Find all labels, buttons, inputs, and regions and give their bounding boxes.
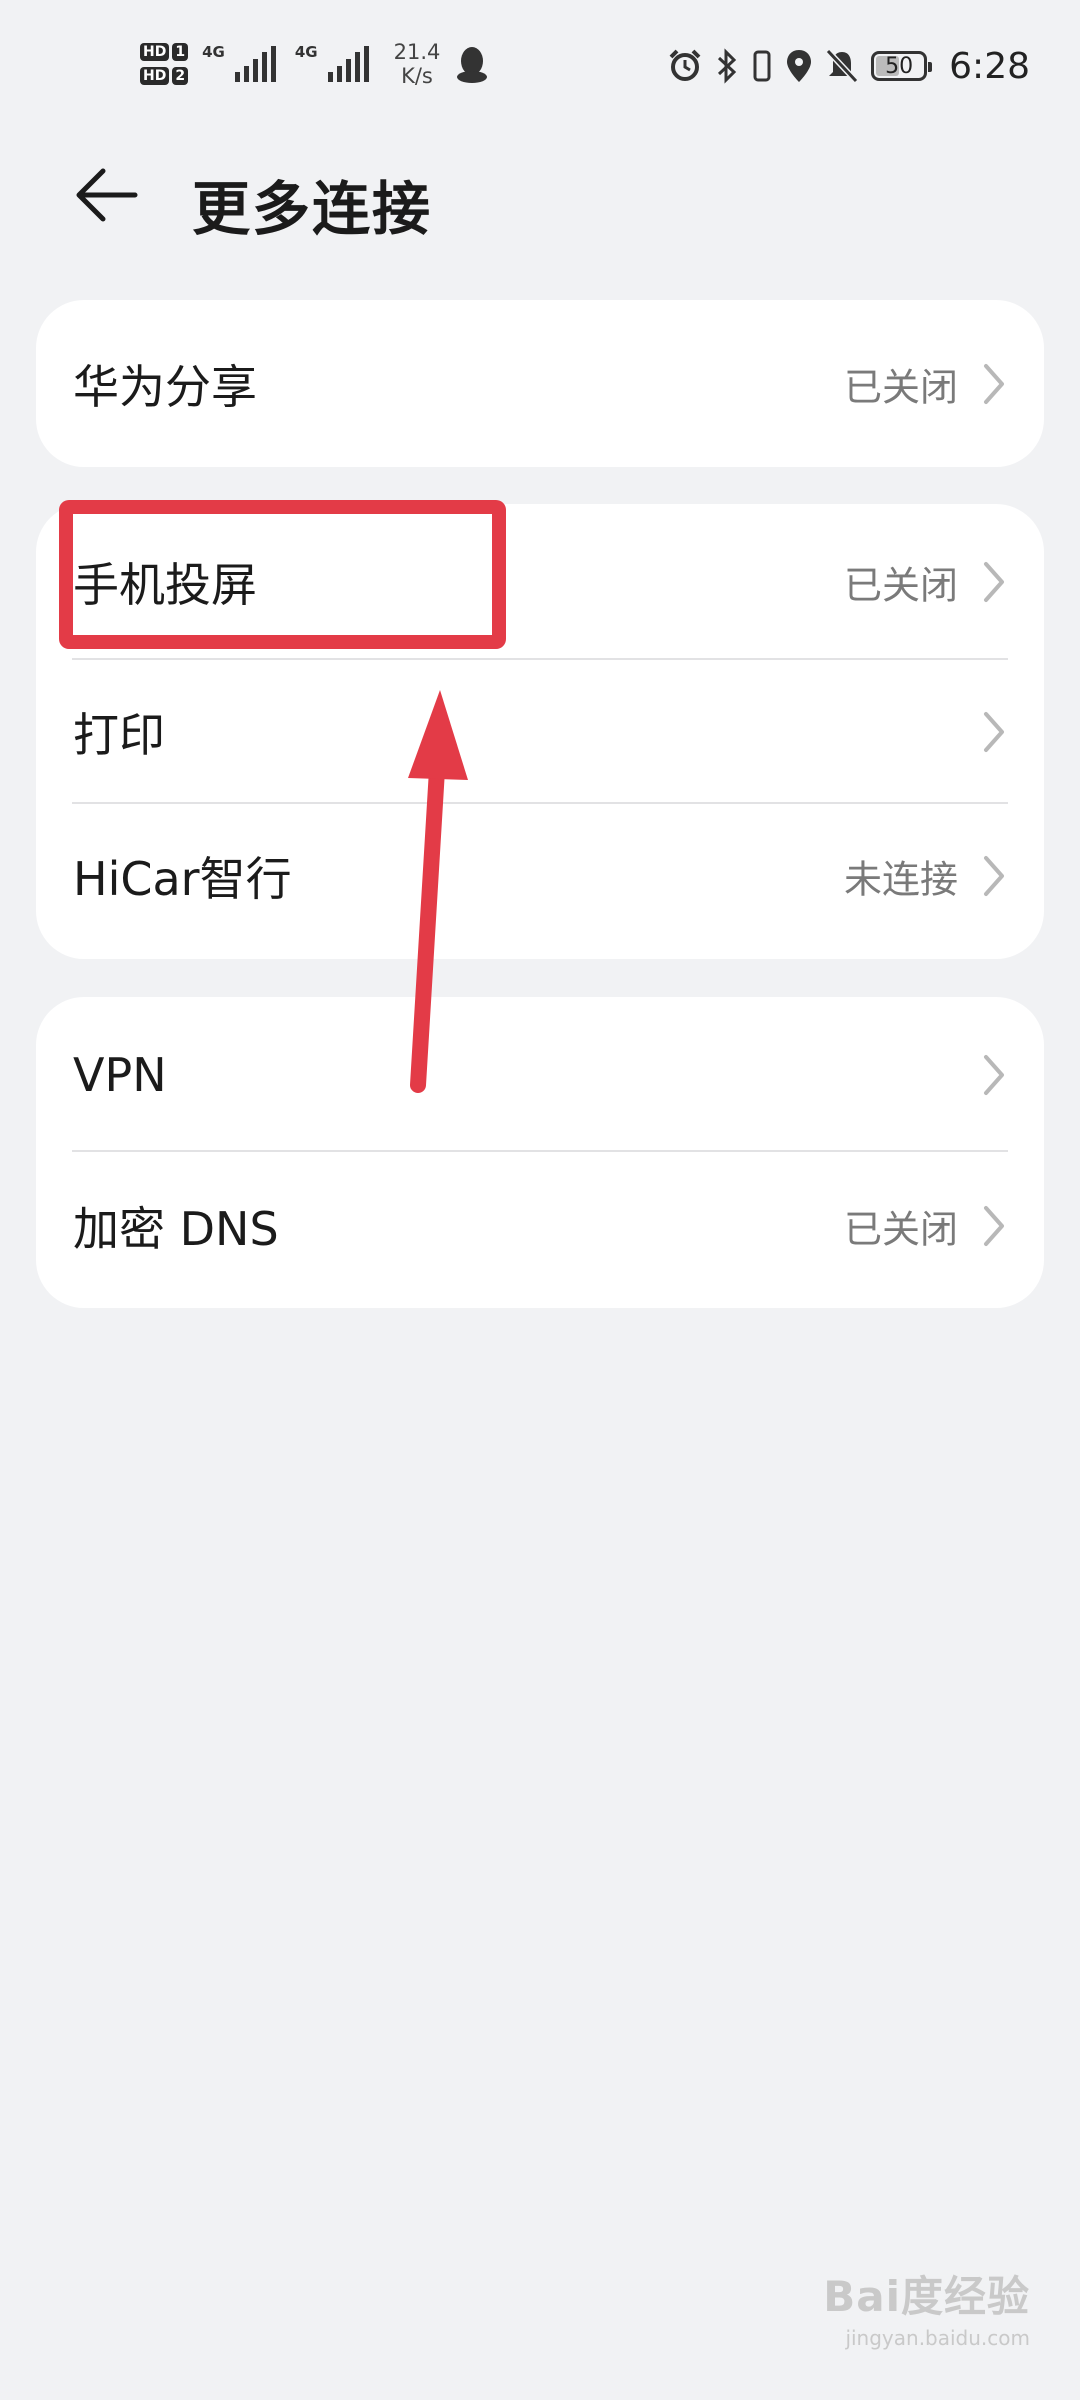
network-speed: 21.4 K/s [393, 40, 441, 88]
chevron-right-icon [984, 1054, 1004, 1095]
annotation-highlight-box [59, 500, 506, 649]
bluetooth-icon [718, 48, 737, 84]
sim2-network-type: 4G [294, 43, 318, 61]
status-bar-left: HD 1 HD 2 4G 4G 21.4 K/s [140, 34, 490, 94]
status-time: 6:28 [949, 45, 1030, 87]
watermark-logo: Bai度经验 jingyan.baidu.com [823, 2272, 1030, 2350]
row-label: 打印 [73, 708, 165, 762]
sim1-volte-badge: HD 1 [140, 43, 189, 61]
alarm-icon [669, 49, 701, 81]
back-button[interactable] [72, 160, 142, 230]
row-status: 已关闭 [843, 1207, 958, 1252]
signal-icon [234, 46, 276, 82]
chevron-right-icon [984, 1206, 1004, 1246]
row-print[interactable]: 打印 [36, 660, 1044, 804]
page-title: 更多连接 [192, 175, 433, 243]
row-status: 未连接 [843, 857, 958, 902]
qq-icon [457, 47, 488, 83]
row-label: HiCar智行 [73, 852, 292, 906]
battery-icon: 50 [871, 51, 933, 81]
settings-group-share: 华为分享 已关闭 [36, 300, 1044, 467]
row-status: 已关闭 [843, 365, 958, 409]
row-hicar[interactable]: HiCar智行 未连接 [36, 804, 1044, 948]
chevron-right-icon [984, 363, 1004, 404]
volte-indicators: HD 1 HD 2 [140, 43, 189, 85]
sim1-network-type: 4G [202, 43, 225, 61]
back-arrow-icon [76, 168, 138, 222]
row-huawei-share[interactable]: 华为分享 已关闭 [36, 300, 1044, 467]
status-bar-right: 50 6:28 [667, 36, 1030, 96]
signal-icon [327, 46, 369, 82]
settings-group-network: VPN 加密 DNS 已关闭 [36, 997, 1044, 1308]
app-header: 更多连接 [0, 140, 1080, 250]
row-status: 已关闭 [843, 563, 958, 608]
vibrate-icon [753, 50, 771, 82]
sim2-volte-badge: HD 2 [140, 67, 189, 85]
row-encrypted-dns[interactable]: 加密 DNS 已关闭 [36, 1152, 1044, 1300]
chevron-right-icon [984, 856, 1004, 896]
status-bar: HD 1 HD 2 4G 4G 21.4 K/s 50 6:28 [0, 0, 1080, 130]
location-icon [787, 50, 812, 82]
chevron-right-icon [984, 562, 1004, 602]
row-label: 加密 DNS [73, 1202, 279, 1256]
row-vpn[interactable]: VPN [36, 997, 1044, 1152]
row-label: 华为分享 [73, 359, 257, 414]
mute-bell-icon [825, 48, 859, 84]
chevron-right-icon [984, 712, 1004, 752]
row-label: VPN [73, 1047, 167, 1102]
